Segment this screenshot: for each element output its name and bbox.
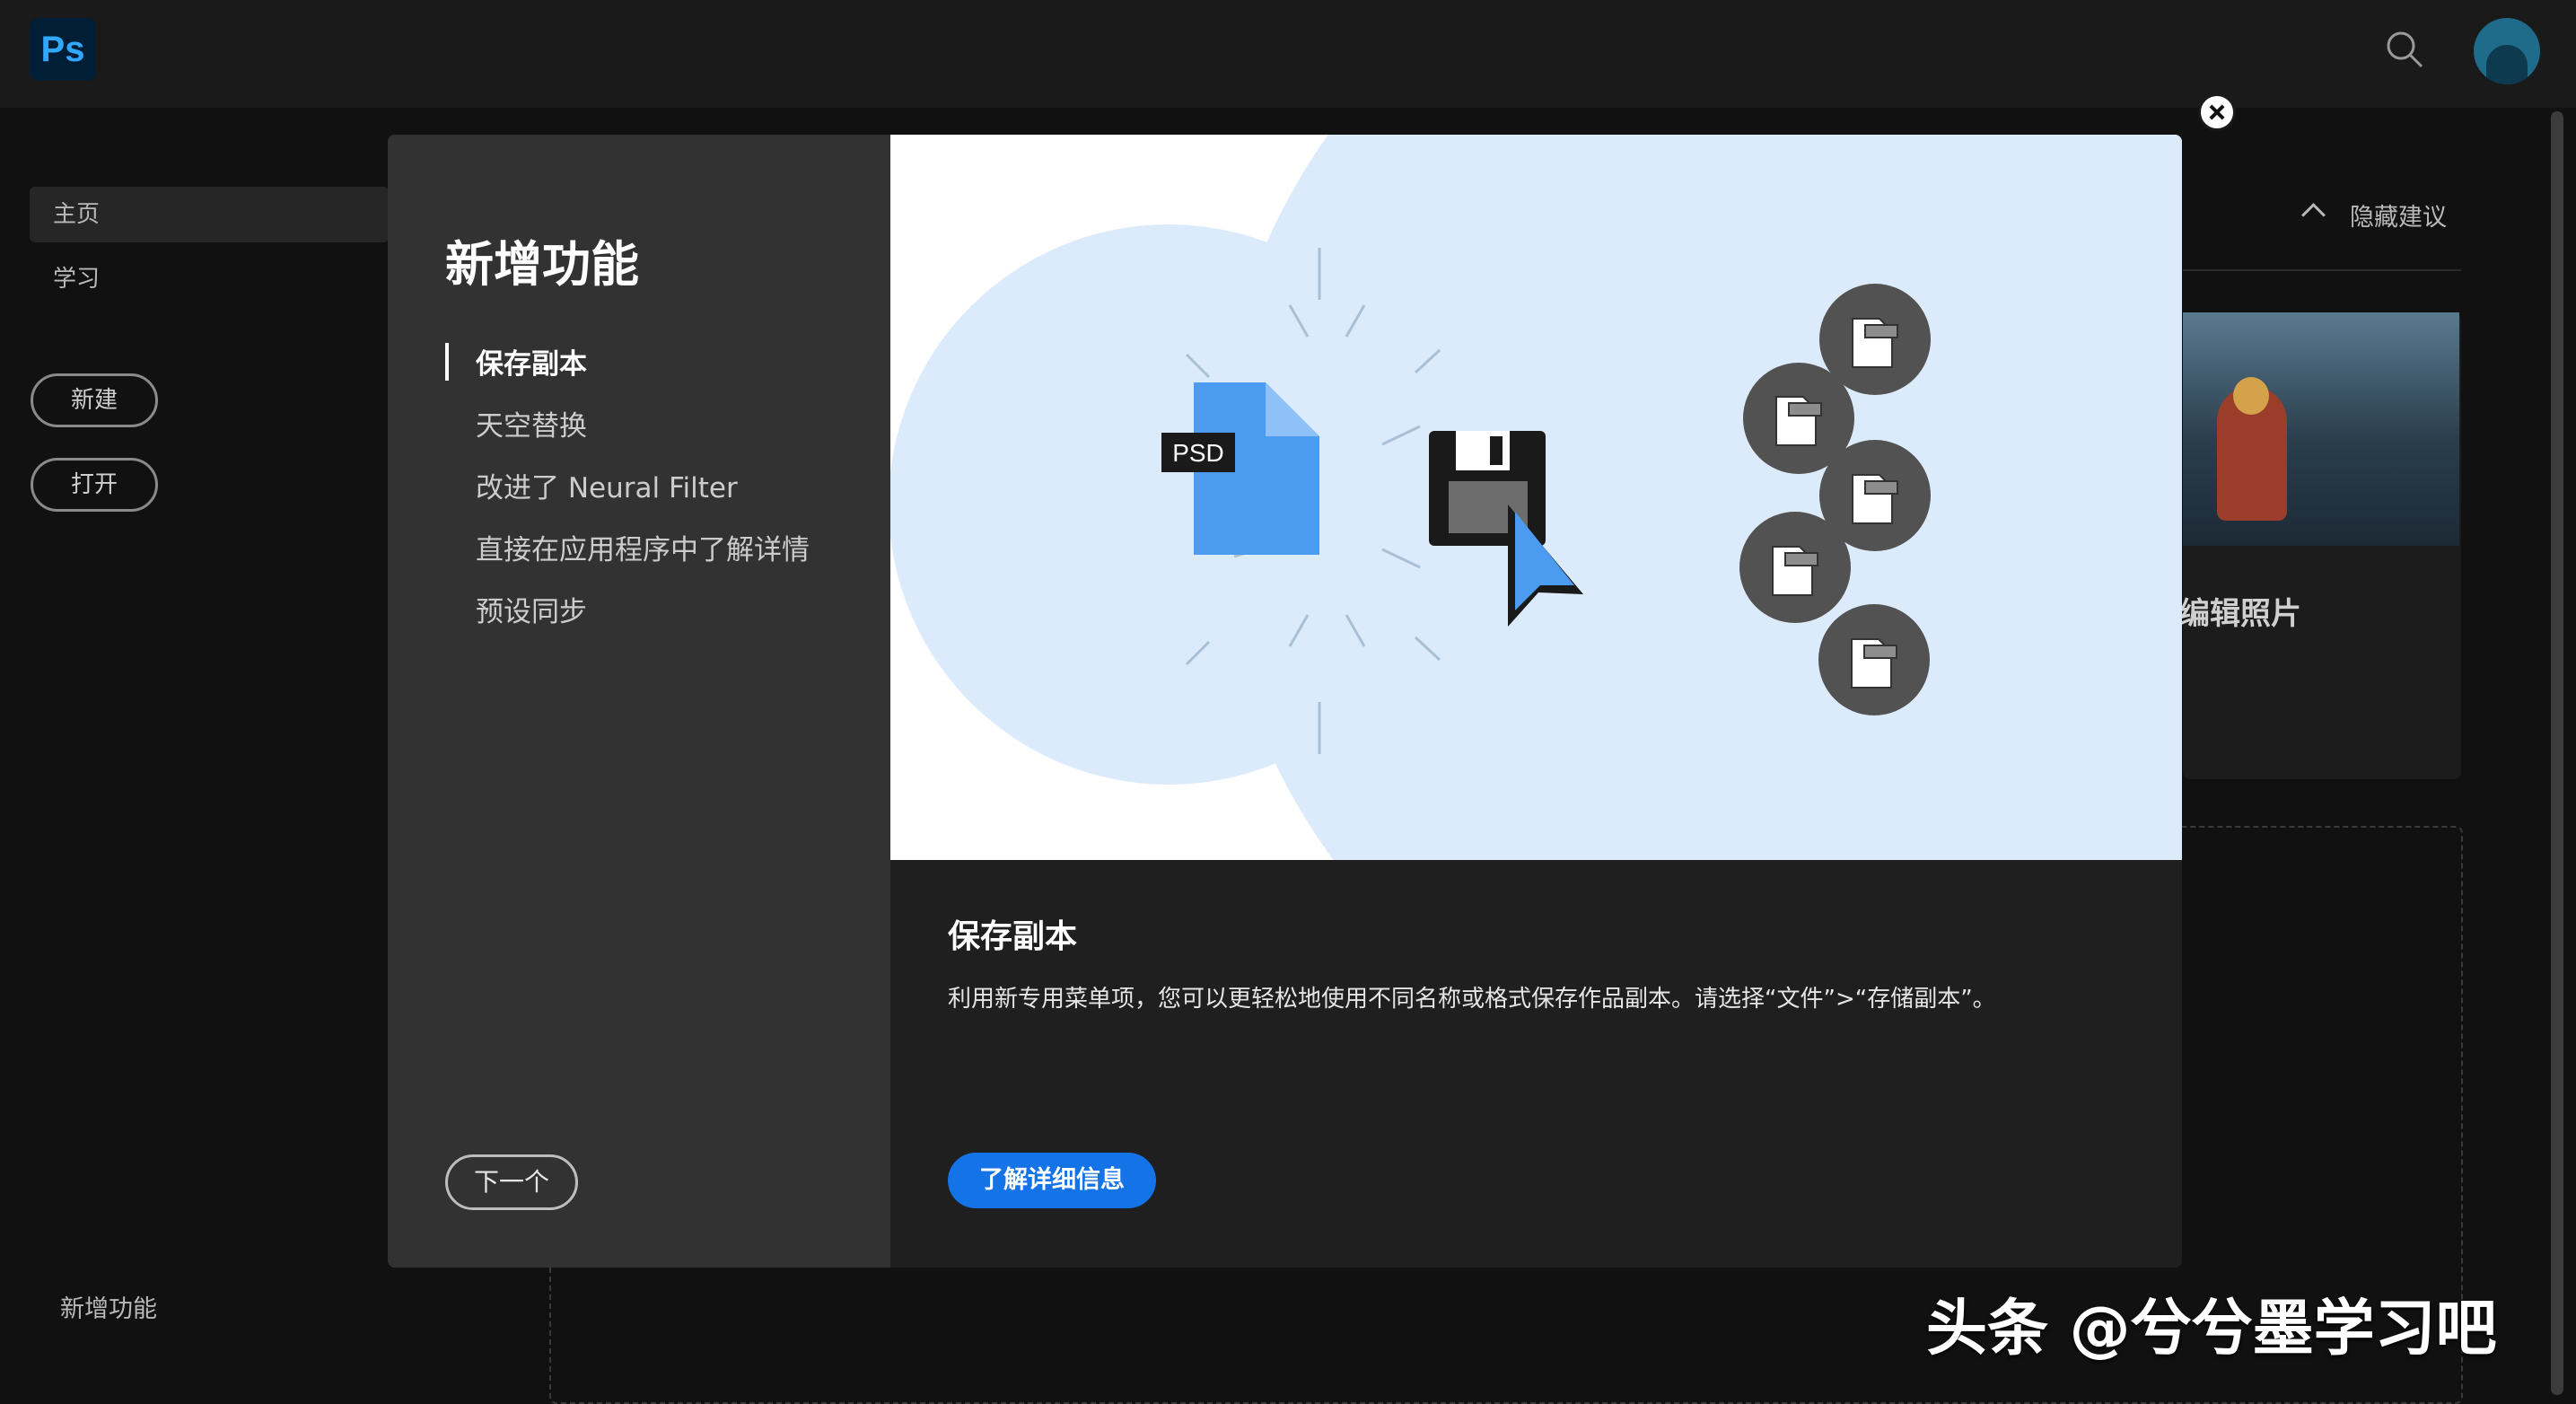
next-button[interactable]: 下一个 — [445, 1154, 578, 1210]
feature-detail-title: 保存副本 — [948, 918, 1078, 955]
psd-badge: PSD — [1172, 439, 1224, 467]
hero-illustration: PSD — [890, 135, 2182, 860]
search-icon[interactable] — [2385, 30, 2424, 69]
feature-item-save-copy[interactable]: 保存副本 — [476, 341, 587, 382]
active-indicator — [445, 343, 449, 381]
feature-detail-description: 利用新专用菜单项，您可以更轻松地使用不同名称或格式保存作品副本。请选择“文件”>… — [948, 986, 1996, 1013]
open-button[interactable]: 打开 — [31, 458, 158, 512]
sidebar-item-home[interactable]: 主页 — [30, 187, 389, 242]
close-dialog-icon[interactable] — [2198, 93, 2236, 131]
divider — [2183, 269, 2461, 271]
watermark: 头条 @兮兮墨学习吧 — [1926, 1294, 2497, 1365]
dialog-title: 新增功能 — [445, 236, 639, 293]
feature-item-neural-filter[interactable]: 改进了 Neural Filter — [476, 465, 738, 505]
photoshop-logo[interactable]: Ps — [30, 18, 96, 81]
card-person-head — [2233, 377, 2269, 415]
whats-new-dialog: PSD — [388, 135, 2182, 1268]
learn-more-button[interactable]: 了解详细信息 — [948, 1153, 1156, 1208]
avatar[interactable] — [2474, 18, 2540, 84]
new-button[interactable]: 新建 — [31, 373, 158, 427]
scrollbar[interactable] — [2551, 111, 2563, 1395]
top-bar: Ps — [0, 0, 2576, 108]
feature-item-sky-replacement[interactable]: 天空替换 — [476, 403, 587, 443]
hide-suggestions-link[interactable]: 隐藏建议 — [2350, 197, 2447, 233]
sidebar-item-whats-new[interactable]: 新增功能 — [60, 1289, 157, 1324]
feature-item-learn-in-app[interactable]: 直接在应用程序中了解详情 — [476, 527, 810, 567]
sidebar-item-learn[interactable]: 学习 — [30, 251, 389, 307]
save-copy-illustration: PSD — [890, 135, 2182, 860]
feature-item-preset-sync[interactable]: 预设同步 — [476, 589, 587, 629]
suggestion-card-title: 编辑照片 — [2179, 596, 2301, 632]
dialog-sidebar — [388, 135, 890, 1268]
chevron-up-icon[interactable] — [2301, 203, 2326, 227]
